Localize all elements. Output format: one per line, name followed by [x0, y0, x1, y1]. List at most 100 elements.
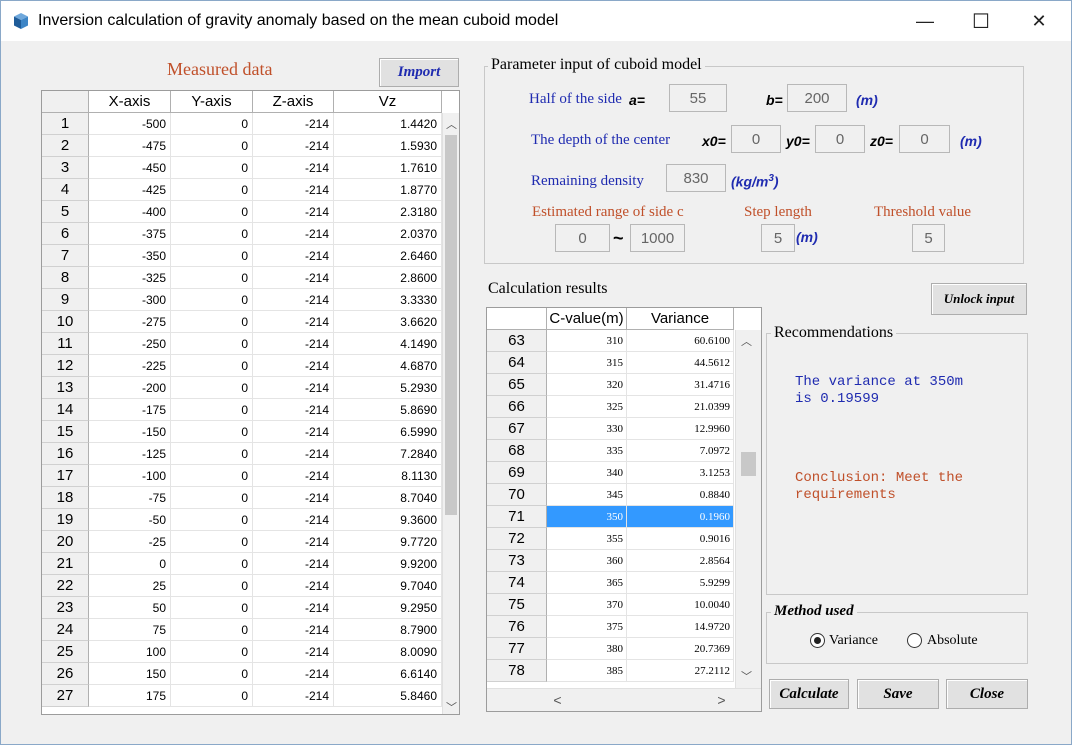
column-header-z[interactable]: Z-axis — [253, 91, 334, 113]
step-length-input[interactable]: 5 — [761, 224, 795, 252]
result-row[interactable]: 65 320 31.4716 — [487, 374, 745, 396]
row-header[interactable]: 26 — [42, 663, 89, 685]
result-cell[interactable]: 3.1253 — [627, 462, 734, 484]
table-cell[interactable]: -200 — [89, 377, 171, 399]
range-from-input[interactable]: 0 — [555, 224, 610, 252]
table-cell[interactable]: 100 — [89, 641, 171, 663]
result-row-header[interactable]: 69 — [487, 462, 547, 484]
result-row-header[interactable]: 65 — [487, 374, 547, 396]
measured-data-table[interactable]: X-axis Y-axis Z-axis Vz 1 -500 0 -214 1.4420… — [41, 90, 460, 715]
result-row[interactable]: 76 375 14.9720 — [487, 616, 745, 638]
result-row-header[interactable]: 67 — [487, 418, 547, 440]
table-cell[interactable]: -250 — [89, 333, 171, 355]
result-cell[interactable]: 44.5612 — [627, 352, 734, 374]
table-cell[interactable]: -214 — [253, 245, 334, 267]
result-cell[interactable]: 355 — [547, 528, 627, 550]
table-cell[interactable]: 0 — [171, 487, 253, 509]
result-row[interactable]: 70 345 0.8840 — [487, 484, 745, 506]
row-header[interactable]: 8 — [42, 267, 89, 289]
table-cell[interactable]: -475 — [89, 135, 171, 157]
table-cell[interactable]: 0 — [171, 619, 253, 641]
table-cell[interactable]: 1.7610 — [334, 157, 442, 179]
scroll-down-icon[interactable]: ﹀ — [443, 699, 459, 714]
table-cell[interactable]: -214 — [253, 663, 334, 685]
table-cell[interactable]: 0 — [171, 333, 253, 355]
table-cell[interactable]: -350 — [89, 245, 171, 267]
column-header-y[interactable]: Y-axis — [171, 91, 253, 113]
result-row[interactable]: 73 360 2.8564 — [487, 550, 745, 572]
table-cell[interactable]: -325 — [89, 267, 171, 289]
result-row-header[interactable]: 78 — [487, 660, 547, 682]
table-row[interactable]: 10 -275 0 -214 3.6620 — [42, 311, 442, 333]
row-header[interactable]: 14 — [42, 399, 89, 421]
table-cell[interactable]: -50 — [89, 509, 171, 531]
result-cell[interactable]: 0.8840 — [627, 484, 734, 506]
table-cell[interactable]: 0 — [171, 223, 253, 245]
table-cell[interactable]: 1.8770 — [334, 179, 442, 201]
table-cell[interactable]: 5.8690 — [334, 399, 442, 421]
table-row[interactable]: 14 -175 0 -214 5.8690 — [42, 399, 442, 421]
variance-radio[interactable] — [810, 633, 825, 648]
column-header-c-value[interactable]: C-value(m) — [547, 308, 627, 330]
result-cell[interactable]: 345 — [547, 484, 627, 506]
table-cell[interactable]: 50 — [89, 597, 171, 619]
table-cell[interactable]: 7.2840 — [334, 443, 442, 465]
result-cell[interactable]: 340 — [547, 462, 627, 484]
table-cell[interactable]: -214 — [253, 531, 334, 553]
table-cell[interactable]: -125 — [89, 443, 171, 465]
row-header[interactable]: 11 — [42, 333, 89, 355]
table-cell[interactable]: 0 — [171, 245, 253, 267]
result-row-header[interactable]: 77 — [487, 638, 547, 660]
result-row-header[interactable]: 64 — [487, 352, 547, 374]
table-cell[interactable]: 0 — [171, 597, 253, 619]
table-row[interactable]: 11 -250 0 -214 4.1490 — [42, 333, 442, 355]
unlock-input-button[interactable]: Unlock input — [931, 283, 1027, 315]
result-row[interactable]: 72 355 0.9016 — [487, 528, 745, 550]
results-scroll-up-icon[interactable]: ︿ — [738, 333, 755, 349]
table-cell[interactable]: 2.3180 — [334, 201, 442, 223]
table-row[interactable]: 12 -225 0 -214 4.6870 — [42, 355, 442, 377]
result-row[interactable]: 75 370 10.0040 — [487, 594, 745, 616]
result-cell[interactable]: 10.0040 — [627, 594, 734, 616]
row-header[interactable]: 2 — [42, 135, 89, 157]
table-cell[interactable]: 0 — [171, 113, 253, 135]
table-row[interactable]: 23 50 0 -214 9.2950 — [42, 597, 442, 619]
table-cell[interactable]: -214 — [253, 267, 334, 289]
result-row-header[interactable]: 68 — [487, 440, 547, 462]
table-row[interactable]: 15 -150 0 -214 6.5990 — [42, 421, 442, 443]
row-header[interactable]: 13 — [42, 377, 89, 399]
result-cell[interactable]: 0.1960 — [627, 506, 734, 528]
table-cell[interactable]: -500 — [89, 113, 171, 135]
row-header[interactable]: 21 — [42, 553, 89, 575]
table-row[interactable]: 5 -400 0 -214 2.3180 — [42, 201, 442, 223]
variance-radio-label[interactable]: Variance — [829, 633, 878, 649]
result-cell[interactable]: 385 — [547, 660, 627, 682]
result-row[interactable]: 69 340 3.1253 — [487, 462, 745, 484]
table-cell[interactable]: -214 — [253, 575, 334, 597]
y0-input[interactable]: 0 — [815, 125, 865, 153]
table-cell[interactable]: 0 — [89, 553, 171, 575]
result-cell[interactable]: 325 — [547, 396, 627, 418]
result-cell[interactable]: 12.9960 — [627, 418, 734, 440]
result-row[interactable]: 63 310 60.6100 — [487, 330, 745, 352]
result-row[interactable]: 77 380 20.7369 — [487, 638, 745, 660]
table-cell[interactable]: -214 — [253, 355, 334, 377]
table-cell[interactable]: -75 — [89, 487, 171, 509]
result-cell[interactable]: 31.4716 — [627, 374, 734, 396]
table-cell[interactable]: -214 — [253, 377, 334, 399]
column-header-x[interactable]: X-axis — [89, 91, 171, 113]
table-cell[interactable]: 3.3330 — [334, 289, 442, 311]
table-cell[interactable]: 0 — [171, 267, 253, 289]
table-cell[interactable]: 4.1490 — [334, 333, 442, 355]
result-cell[interactable]: 315 — [547, 352, 627, 374]
result-cell[interactable]: 21.0399 — [627, 396, 734, 418]
result-row[interactable]: 64 315 44.5612 — [487, 352, 745, 374]
scroll-left-icon[interactable]: < — [549, 692, 566, 708]
row-header[interactable]: 6 — [42, 223, 89, 245]
table-cell[interactable]: -214 — [253, 443, 334, 465]
table-cell[interactable]: 0 — [171, 663, 253, 685]
row-header[interactable]: 17 — [42, 465, 89, 487]
column-header-vz[interactable]: Vz — [334, 91, 442, 113]
table-cell[interactable]: 0 — [171, 289, 253, 311]
result-row[interactable]: 66 325 21.0399 — [487, 396, 745, 418]
